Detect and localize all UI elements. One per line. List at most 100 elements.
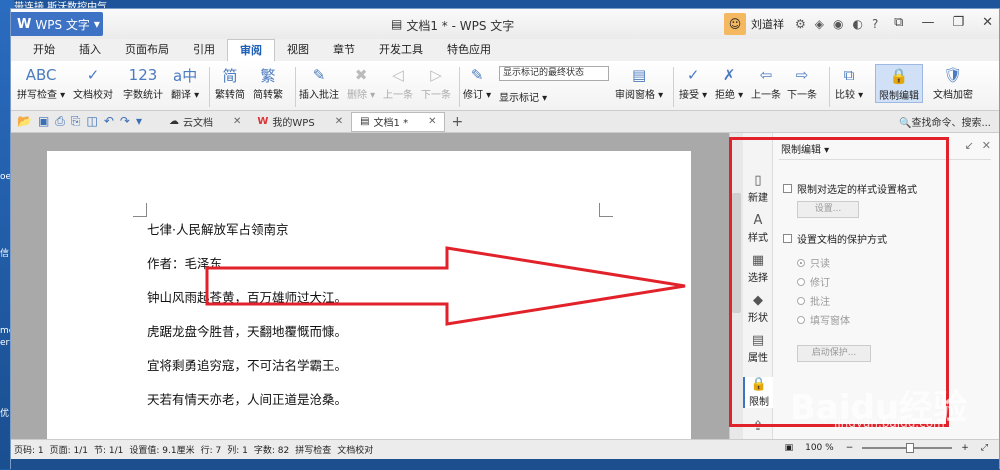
user-name[interactable]: 刘道祥 <box>751 16 784 32</box>
tab-section[interactable]: 章节 <box>321 39 367 61</box>
skin-icon[interactable]: ◈ <box>815 17 824 31</box>
prev-change-button[interactable]: ⇦ 上一条 <box>751 64 781 101</box>
prev-icon: ◁ <box>392 66 404 84</box>
zoom-controls: ▣ 100 % − + ⤢ <box>782 443 991 453</box>
help-icon[interactable]: ◐ <box>852 17 862 31</box>
close-icon[interactable]: ✕ <box>982 139 991 152</box>
simp-to-trad-button[interactable]: 繁简转繁 <box>253 64 283 102</box>
maximize-icon[interactable]: ❐ <box>952 15 964 30</box>
close-icon[interactable]: ✕ <box>428 116 436 127</box>
divider <box>295 67 296 107</box>
insert-comment-button[interactable]: ✎ 插入批注 <box>299 64 339 101</box>
zoom-out-icon[interactable]: − <box>843 443 857 453</box>
pdf-icon[interactable]: ⎙ <box>55 114 65 129</box>
view-mode-icon[interactable]: ▣ <box>782 443 797 453</box>
window-controls: ⧉ — ❐ ✕ <box>894 15 993 30</box>
trad-to-simp-button[interactable]: 简繁转简 <box>215 64 245 102</box>
user-area[interactable]: ☺ 刘道祥 ⚙ ◈ ◉ ◐ ? <box>724 13 878 35</box>
doc-text-line[interactable]: 宜将剩勇追穷寇，不可沽名学霸王。 <box>147 355 347 374</box>
undo-icon[interactable]: ↶ <box>104 114 114 129</box>
tab-cloud-docs[interactable]: ☁ 云文档 ✕ <box>161 112 249 132</box>
status-proofread[interactable]: 文档校对 <box>334 443 376 456</box>
watermark-url: jingyan.baidu.com <box>834 416 945 430</box>
status-position: 设置值: 9.1厘米 <box>129 446 195 456</box>
tab-start[interactable]: 开始 <box>21 39 67 61</box>
accept-button[interactable]: ✓ 接受 ▾ <box>679 64 707 101</box>
desktop-top: 带连接 斯沃数控中气 <box>14 0 1000 13</box>
next-comment-button[interactable]: ▷ 下一条 <box>421 64 451 101</box>
status-line: 行: 7 <box>200 446 222 456</box>
settings-icon[interactable]: ⚙ <box>795 17 806 31</box>
button-label: 简转繁 <box>253 90 283 101</box>
button-label: 文档加密 <box>933 90 973 101</box>
word-count-icon: 123 <box>128 66 158 84</box>
button-label: 下一条 <box>421 90 451 101</box>
tab-layout[interactable]: 页面布局 <box>113 39 181 61</box>
lock-icon: 🔒 <box>889 67 909 85</box>
spell-check-button[interactable]: ABC 拼写检查 ▾ <box>17 64 65 101</box>
app-menu-button[interactable]: W WPS 文字 ▾ <box>11 12 103 36</box>
save-icon[interactable]: ▣ <box>38 114 49 129</box>
status-section: 节: 1/1 <box>94 446 124 456</box>
feedback-icon[interactable]: ◉ <box>833 17 843 31</box>
prev-comment-button[interactable]: ◁ 上一条 <box>383 64 413 101</box>
review-pane-button[interactable]: ▤ 审阅窗格 ▾ <box>615 64 663 101</box>
tab-view[interactable]: 视图 <box>275 39 321 61</box>
markup-state-select[interactable]: 显示标记的最终状态 <box>499 66 609 81</box>
print-icon[interactable]: ⎘ <box>71 114 81 129</box>
doc-title-line[interactable]: 七律·人民解放军占领南京 <box>147 219 288 238</box>
reject-button[interactable]: ✗ 拒绝 ▾ <box>715 64 743 101</box>
document-page[interactable]: 七律·人民解放军占领南京 作者：毛泽东 钟山风雨起苍黄，百万雄师过大江。 虎踞龙… <box>47 151 691 462</box>
arrow-annotation <box>205 246 686 326</box>
tab-special[interactable]: 特色应用 <box>435 39 503 61</box>
minimize-icon[interactable]: — <box>921 15 934 30</box>
zoom-slider-knob[interactable] <box>906 443 915 453</box>
redo-icon[interactable]: ↷ <box>120 114 130 129</box>
zoom-in-icon[interactable]: + <box>958 443 972 453</box>
fit-icon[interactable]: ⤢ <box>978 443 991 453</box>
command-search[interactable]: 🔍查找命令、搜索... <box>899 114 999 129</box>
show-markup-button[interactable]: 显示标记 ▾ <box>499 89 547 104</box>
encrypt-button[interactable]: 🛡 文档加密 <box>933 64 973 101</box>
close-icon[interactable]: ✕ <box>982 15 993 30</box>
comment-icon: ✎ <box>312 66 326 84</box>
wps-logo-icon: W <box>17 16 32 32</box>
preview-icon[interactable]: ◫ <box>87 114 98 129</box>
tab-my-wps[interactable]: W 我的WPS ✕ <box>249 112 351 132</box>
compare-button[interactable]: ⧉ 比较 ▾ <box>835 64 863 101</box>
zoom-level[interactable]: 100 % <box>802 443 837 453</box>
status-spell-check[interactable]: 拼写检查 <box>292 443 334 456</box>
translate-button[interactable]: a中 翻译 ▾ <box>171 64 199 102</box>
zoom-slider[interactable] <box>862 443 953 453</box>
delete-comment-button[interactable]: ✖ 删除 ▾ <box>347 64 375 101</box>
status-pages: 页面: 1/1 <box>49 446 89 456</box>
close-icon[interactable]: ✕ <box>233 116 241 127</box>
status-word-count[interactable]: 字数: 82 <box>251 443 292 456</box>
restore-icon[interactable]: ⧉ <box>894 15 903 30</box>
proofread-icon: ✓ <box>86 66 100 84</box>
tab-references[interactable]: 引用 <box>181 39 227 61</box>
info-icon[interactable]: ? <box>872 17 878 31</box>
spell-check-icon: ABC <box>25 66 57 84</box>
doc-text-line[interactable]: 天若有情天亦老，人间正道是沧桑。 <box>147 389 347 408</box>
tab-document1[interactable]: ▤ 文档1 * ✕ <box>351 111 446 132</box>
arrow-right-icon: ⇨ <box>795 66 809 84</box>
document-icon: ▤ <box>360 116 370 127</box>
float-icon[interactable]: ↙ <box>965 139 974 152</box>
restrict-editing-button[interactable]: 🔒 限制编辑 <box>875 64 923 103</box>
avatar[interactable]: ☺ <box>724 13 746 35</box>
dropdown-icon[interactable]: ▾ <box>136 114 142 129</box>
tab-insert[interactable]: 插入 <box>67 39 113 61</box>
next-change-button[interactable]: ⇨ 下一条 <box>787 64 817 101</box>
open-icon[interactable]: 📂 <box>17 114 32 129</box>
new-tab-icon[interactable]: + <box>451 114 463 130</box>
tab-developer[interactable]: 开发工具 <box>367 39 435 61</box>
app-name: WPS 文字 <box>35 17 90 32</box>
tab-review[interactable]: 审阅 <box>227 39 275 61</box>
word-count-button[interactable]: 123 字数统计 <box>123 64 163 101</box>
tab-label: 云文档 <box>183 118 213 129</box>
track-changes-button[interactable]: ✎ 修订 ▾ <box>463 64 491 101</box>
menu-tabs: 开始 插入 页面布局 引用 审阅 视图 章节 开发工具 特色应用 <box>11 39 999 61</box>
doc-proofread-button[interactable]: ✓ 文档校对 <box>73 64 113 101</box>
close-icon[interactable]: ✕ <box>335 116 343 127</box>
